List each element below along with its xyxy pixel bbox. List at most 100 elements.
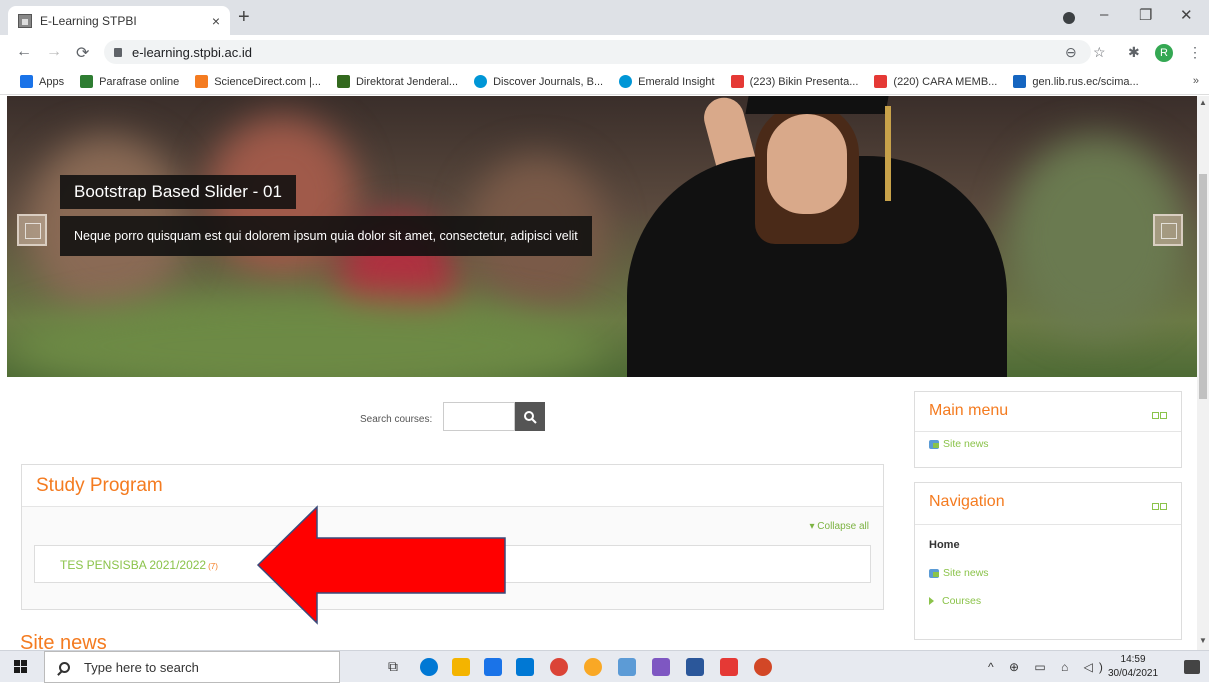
page-content: Bootstrap Based Slider - 01 Neque porro … [0, 96, 1197, 650]
block-controls-icon[interactable] [1151, 406, 1169, 419]
profile-avatar[interactable]: R [1155, 44, 1173, 62]
nav-home[interactable]: Home [915, 525, 1181, 557]
new-tab-button[interactable]: + [238, 6, 250, 29]
nav-site-news-label: Site news [943, 567, 989, 579]
red-arrow-annotation [256, 505, 506, 625]
scroll-down-icon[interactable]: ▼ [1199, 636, 1207, 645]
youtube-icon [874, 75, 888, 88]
main-menu-site-news[interactable]: Site news [915, 432, 1181, 456]
bookmark-discover-journals[interactable]: Discover Journals, B... [474, 75, 603, 88]
word-icon[interactable] [686, 658, 704, 676]
forum-icon [929, 568, 939, 578]
extensions-puzzle-icon[interactable]: ✱ [1128, 44, 1140, 61]
notification-icon[interactable] [1184, 660, 1200, 674]
bookmark-parafrase[interactable]: Parafrase online [80, 75, 179, 88]
browser-tab-bar: E-Learning STPBI × + – ❐ ✕ [0, 0, 1209, 35]
taskbar-clock[interactable]: 14:59 30/04/2021 [1108, 653, 1158, 681]
navigation-title-text: Navigation [929, 493, 1005, 510]
nav-courses[interactable]: Courses [915, 585, 1181, 613]
system-tray[interactable]: ^ ⊕ ▭ ⌂ ◁) [988, 660, 1109, 674]
sciencedirect-icon [195, 75, 209, 88]
bookmark-youtube-220[interactable]: (220) CARA MEMB... [874, 75, 997, 88]
pdf-icon[interactable] [720, 658, 738, 676]
graduate-tassel [885, 106, 891, 201]
bookmark-star-icon[interactable]: ☆ [1093, 44, 1106, 61]
scrollbar-thumb[interactable] [1199, 174, 1207, 399]
chrome-menu-icon[interactable]: ⋮ [1188, 44, 1202, 61]
block-controls-icon[interactable] [1151, 497, 1169, 510]
category-link[interactable]: TES PENSISBA 2021/2022 [60, 558, 206, 572]
slider-prev-button[interactable] [17, 214, 47, 246]
bookmark-youtube-223[interactable]: (223) Bikin Presenta... [730, 75, 858, 88]
hero-slider: Bootstrap Based Slider - 01 Neque porro … [7, 96, 1197, 377]
restore-button[interactable]: ❐ [1139, 6, 1152, 24]
search-button[interactable] [515, 402, 545, 431]
study-program-heading: Study Program [22, 465, 883, 507]
page-scrollbar[interactable]: ▲ ▼ [1197, 96, 1209, 650]
window-close-button[interactable]: ✕ [1180, 6, 1193, 24]
vpn-icon[interactable] [584, 658, 602, 676]
bookmark-genlib[interactable]: gen.lib.rus.ec/scima... [1013, 75, 1139, 88]
paint-icon[interactable] [652, 658, 670, 676]
back-arrow-icon[interactable]: ← [16, 43, 32, 61]
edge-taskbar-icon[interactable] [420, 658, 438, 676]
bookmarks-bar: Apps Parafrase online ScienceDirect.com … [0, 69, 1209, 95]
main-menu-site-news-label: Site news [943, 438, 989, 450]
parafrase-icon [80, 75, 94, 88]
powerpoint-icon[interactable] [754, 658, 772, 676]
nav-site-news[interactable]: Site news [915, 557, 1181, 585]
windows-taskbar: Type here to search ⧉ ^ ⊕ ▭ ⌂ ◁) 14:59 3… [0, 650, 1209, 683]
url-bar[interactable]: e-learning.stpbi.ac.id [104, 40, 1091, 64]
forum-icon [929, 439, 939, 449]
mail-icon[interactable] [516, 658, 534, 676]
collapse-all-link[interactable]: ▾ Collapse all [809, 521, 869, 532]
slider-caption-text: Neque porro quisquam est qui dolorem ips… [60, 216, 592, 256]
url-text: e-learning.stpbi.ac.id [132, 44, 252, 60]
search-icon [59, 661, 70, 673]
chrome-taskbar-icon[interactable] [550, 658, 568, 676]
windows-start-icon[interactable] [14, 660, 28, 674]
search-courses-input[interactable] [443, 402, 515, 431]
bookmark-emerald[interactable]: Emerald Insight [619, 75, 715, 88]
store-icon[interactable] [484, 658, 502, 676]
search-courses-label: Search courses: [360, 414, 433, 425]
address-toolbar: ← → ⟳ e-learning.stpbi.ac.id ⊖ ☆ ✱ R ⋮ [0, 35, 1209, 69]
minimize-button[interactable]: – [1100, 6, 1108, 23]
bookmark-apps[interactable]: Apps [20, 75, 64, 88]
app-icon[interactable] [618, 658, 636, 676]
edge-icon [474, 75, 488, 88]
direktorat-icon [336, 75, 350, 88]
scroll-up-icon[interactable]: ▲ [1199, 98, 1207, 107]
clock-time: 14:59 [1120, 654, 1146, 665]
bookmark-direktorat[interactable]: Direktorat Jenderal... [336, 75, 458, 88]
task-view-icon[interactable]: ⧉ [388, 658, 406, 676]
search-icon [524, 410, 537, 424]
genlib-icon [1013, 75, 1027, 88]
file-explorer-icon[interactable] [452, 658, 470, 676]
browser-tab[interactable]: E-Learning STPBI × [8, 6, 230, 35]
zoom-icon[interactable]: ⊖ [1065, 44, 1077, 61]
site-news-heading: Site news [20, 632, 107, 650]
bookmark-sciencedirect[interactable]: ScienceDirect.com |... [195, 75, 321, 88]
slider-next-button[interactable] [1153, 214, 1183, 246]
main-menu-title-text: Main menu [929, 402, 1009, 419]
category-count: (7) [208, 562, 218, 571]
tab-close-icon[interactable]: × [212, 13, 220, 29]
site-favicon-icon [18, 13, 32, 28]
clock-date: 30/04/2021 [1108, 668, 1159, 679]
navigation-block: Navigation Home Site news Courses [914, 482, 1182, 640]
main-menu-block: Main menu Site news [914, 391, 1182, 468]
graduate-face [767, 114, 847, 214]
youtube-icon [730, 75, 744, 88]
taskbar-search-box[interactable]: Type here to search [44, 651, 340, 683]
forward-arrow-icon[interactable]: → [46, 43, 62, 61]
reload-icon[interactable]: ⟳ [76, 43, 89, 63]
edge-icon [619, 75, 633, 88]
expand-triangle-icon [929, 597, 934, 605]
lock-icon[interactable] [114, 47, 122, 57]
bookmarks-more-icon[interactable]: » [1193, 75, 1199, 87]
tab-title: E-Learning STPBI [40, 13, 137, 28]
navigation-title: Navigation [915, 483, 1181, 525]
chrome-media-icon[interactable] [1063, 12, 1075, 24]
taskbar-search-placeholder: Type here to search [84, 659, 199, 675]
